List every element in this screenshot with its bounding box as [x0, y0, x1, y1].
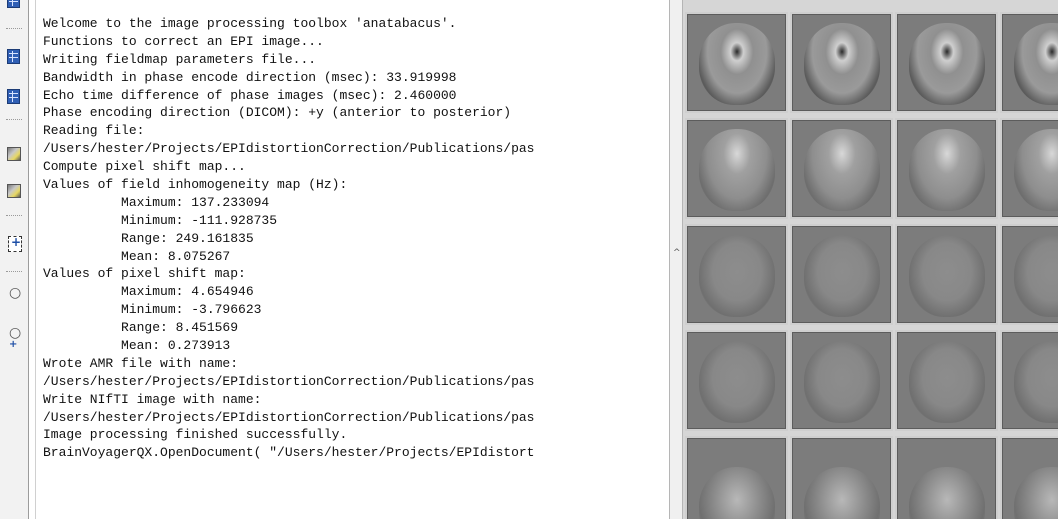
tool-button-grid-2[interactable]: [3, 86, 23, 106]
log-line: Image processing finished successfully.: [43, 427, 348, 443]
log-line: Compute pixel shift map...: [43, 159, 246, 175]
panel-splitter[interactable]: ^: [669, 0, 683, 519]
tool-palette: ○ ○ +: [0, 0, 28, 519]
log-line: /Users/hester/Projects/EPIdistortionCorr…: [43, 373, 535, 389]
collapse-arrow-icon[interactable]: ^: [673, 248, 681, 258]
log-line: Functions to correct an EPI image...: [43, 33, 324, 49]
toolbar-divider: [6, 215, 22, 216]
log-line: Reading file:: [43, 123, 145, 139]
brain-slice-thumbnail[interactable]: [895, 118, 998, 219]
log-line: Minimum: -3.796623: [43, 302, 262, 318]
log-output-panel[interactable]: Welcome to the image processing toolbox …: [28, 0, 669, 519]
star-select-icon: [8, 235, 22, 252]
log-line: /Users/hester/Projects/EPIdistortionCorr…: [43, 141, 535, 157]
toolbar-divider: [6, 119, 22, 120]
log-line: Welcome to the image processing toolbox …: [43, 16, 457, 31]
toolbar-divider: [6, 271, 22, 272]
log-line: Maximum: 4.654946: [43, 284, 254, 300]
brain-slice-thumbnail[interactable]: [790, 330, 893, 431]
plus-icon: +: [9, 339, 18, 350]
brain-slice-thumbnail[interactable]: [1000, 12, 1058, 113]
brain-slice-thumbnail[interactable]: [790, 224, 893, 325]
log-line: Minimum: -111.928735: [43, 212, 278, 228]
log-line: Phase encoding direction (DICOM): +y (an…: [43, 105, 512, 121]
brain-slice-thumbnail[interactable]: [1000, 118, 1058, 219]
brain-slice-thumbnail[interactable]: [1000, 436, 1058, 519]
toolbar-divider: [6, 28, 22, 29]
brain-slice-thumbnail[interactable]: [790, 12, 893, 113]
brain-slice-thumbnail[interactable]: [895, 12, 998, 113]
log-line: Range: 249.161835: [43, 230, 254, 246]
log-line: BrainVoyagerQX.OpenDocument( "/Users/hes…: [43, 445, 535, 461]
tool-button-top[interactable]: [3, 0, 23, 8]
tool-button-image-1[interactable]: [3, 143, 23, 163]
brain-slice-thumbnail[interactable]: [790, 118, 893, 219]
log-line: Values of pixel shift map:: [43, 266, 246, 282]
log-line: Mean: 0.273913: [43, 338, 231, 354]
tool-button-lasso-add[interactable]: ○ +: [3, 325, 23, 353]
log-line: Values of field inhomogeneity map (Hz):: [43, 177, 348, 193]
tool-button-image-2[interactable]: [3, 180, 23, 200]
brain-slice-thumbnail[interactable]: [895, 436, 998, 519]
image-icon: [7, 147, 21, 161]
tool-button-select[interactable]: [3, 233, 23, 253]
brain-slice-thumbnail[interactable]: [1000, 224, 1058, 325]
log-line: /Users/hester/Projects/EPIdistortionCorr…: [43, 409, 535, 425]
log-line: Range: 8.451569: [43, 320, 239, 336]
slice-grid-viewer[interactable]: [683, 0, 1058, 519]
tool-button-grid-1[interactable]: [3, 46, 23, 66]
log-line: Maximum: 137.233094: [43, 194, 270, 210]
brain-slice-thumbnail[interactable]: [790, 436, 893, 519]
brain-slice-thumbnail[interactable]: [685, 436, 788, 519]
grid-icon: [7, 49, 20, 64]
log-line: Bandwidth in phase encode direction (mse…: [43, 69, 457, 85]
brain-slice-thumbnail[interactable]: [685, 224, 788, 325]
brain-slice-thumbnail[interactable]: [1000, 330, 1058, 431]
log-text[interactable]: Welcome to the image processing toolbox …: [43, 15, 534, 462]
brain-slice-thumbnail[interactable]: [685, 12, 788, 113]
tool-button-lasso[interactable]: ○: [3, 285, 23, 305]
brain-slice-thumbnail[interactable]: [685, 330, 788, 431]
brain-slice-thumbnail[interactable]: [895, 330, 998, 431]
log-line: Wrote AMR file with name:: [43, 355, 239, 371]
image-icon: [7, 184, 21, 198]
lasso-icon: ○: [9, 285, 22, 301]
grid-icon: [7, 0, 20, 8]
log-line: Mean: 8.075267: [43, 248, 231, 264]
log-line: Writing fieldmap parameters file...: [43, 51, 317, 67]
log-line: Echo time difference of phase images (ms…: [43, 87, 457, 103]
brain-slice-thumbnail[interactable]: [685, 118, 788, 219]
grid-icon: [7, 89, 20, 104]
log-line: Write NIfTI image with name:: [43, 391, 262, 407]
brain-slice-thumbnail[interactable]: [895, 224, 998, 325]
